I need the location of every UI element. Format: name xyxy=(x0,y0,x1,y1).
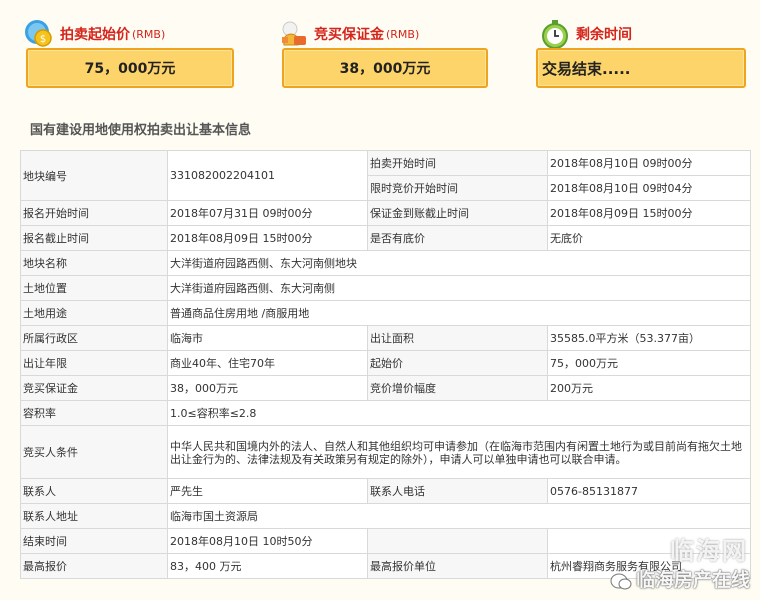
table-row: 容积率 1.0≤容积率≤2.8 xyxy=(20,400,751,426)
row-value: 商业40年、住宅70年 xyxy=(167,350,368,376)
row-label: 报名开始时间 xyxy=(20,200,168,226)
row-label: 竞买人条件 xyxy=(20,425,168,479)
table-row: 竞买保证金 38，000万元 竞价增价幅度 200万元 xyxy=(20,375,751,401)
row-value: 2018年08月09日 15时00分 xyxy=(167,225,368,251)
row-value: 中华人民共和国境内外的法人、自然人和其他组织均可申请参加（在临海市范围内有闲置土… xyxy=(167,425,751,479)
row-value: 大洋街道府园路西侧、东大河南侧地块 xyxy=(167,250,751,276)
row-value: 75，000万元 xyxy=(547,350,751,376)
row-label xyxy=(367,528,548,554)
row-label: 起始价 xyxy=(367,350,548,376)
table-row: 地块名称 大洋街道府园路西侧、东大河南侧地块 xyxy=(20,250,751,276)
table-row: 报名开始时间 2018年07月31日 09时00分 保证金到账截止时间 2018… xyxy=(20,200,751,226)
remaining-value: 交易结束..... xyxy=(536,48,746,88)
row-value xyxy=(547,528,751,554)
row-label: 所属行政区 xyxy=(20,325,168,351)
section-title: 国有建设用地使用权拍卖出让基本信息 xyxy=(30,123,252,138)
deposit-header: 竞买保证金 (RMB) xyxy=(278,16,419,52)
deposit-value: 38，000万元 xyxy=(282,48,488,88)
row-value: 2018年08月10日 09时04分 xyxy=(547,175,751,201)
table-row: 土地位置 大洋街道府园路西侧、东大河南侧 xyxy=(20,275,751,301)
table-row: 出让年限 商业40年、住宅70年 起始价 75，000万元 xyxy=(20,350,751,376)
table-row: 报名截止时间 2018年08月09日 15时00分 是否有底价 无底价 xyxy=(20,225,751,251)
row-value: 200万元 xyxy=(547,375,751,401)
row-value: 0576-85131877 xyxy=(547,478,751,504)
row-label: 联系人电话 xyxy=(367,478,548,504)
row-value: 1.0≤容积率≤2.8 xyxy=(167,400,751,426)
row-label: 联系人地址 xyxy=(20,503,168,529)
row-label: 最高报价单位 xyxy=(367,553,548,579)
table-row: 最高报价 83，400 万元 最高报价单位 杭州睿翔商务服务有限公司 xyxy=(20,553,751,579)
row-label: 地块名称 xyxy=(20,250,168,276)
table-row: 土地用途 普通商品住房用地 /商服用地 xyxy=(20,300,751,326)
row-label: 出让年限 xyxy=(20,350,168,376)
row-value: 35585.0平方米（53.377亩） xyxy=(547,325,751,351)
remaining-header: 剩余时间 xyxy=(540,16,632,52)
start-price-header: $ 拍卖起始价 (RMB) xyxy=(24,16,165,52)
table-row: 联系人地址 临海市国土资源局 xyxy=(20,503,751,529)
deposit-label: 竞买保证金 xyxy=(314,27,384,43)
remaining-label: 剩余时间 xyxy=(576,27,632,43)
row-value: 杭州睿翔商务服务有限公司 xyxy=(547,553,751,579)
row-value: 临海市 xyxy=(167,325,368,351)
row-value: 严先生 xyxy=(167,478,368,504)
row-value: 38，000万元 xyxy=(167,375,368,401)
row-value: 2018年08月10日 10时50分 xyxy=(167,528,368,554)
start-price-value: 75，000万元 xyxy=(26,48,234,88)
row-label: 是否有底价 xyxy=(367,225,548,251)
table-row: 地块编号 331082002204101 拍卖开始时间 2018年08月10日 … xyxy=(20,150,751,201)
row-value: 83，400 万元 xyxy=(167,553,368,579)
row-value: 临海市国土资源局 xyxy=(167,503,751,529)
table-row: 所属行政区 临海市 出让面积 35585.0平方米（53.377亩） xyxy=(20,325,751,351)
alarm-clock-icon xyxy=(542,20,568,49)
row-value: 无底价 xyxy=(547,225,751,251)
row-value: 2018年08月10日 09时00分 xyxy=(547,150,751,176)
row-label: 拍卖开始时间 xyxy=(367,150,548,176)
row-label: 竞价增价幅度 xyxy=(367,375,548,401)
start-price-unit: (RMB) xyxy=(132,27,166,41)
row-value: 331082002204101 xyxy=(167,150,368,201)
table-row: 结束时间 2018年08月10日 10时50分 xyxy=(20,528,751,554)
row-value: 普通商品住房用地 /商服用地 xyxy=(167,300,751,326)
row-label: 报名截止时间 xyxy=(20,225,168,251)
row-label: 限时竞价开始时间 xyxy=(367,175,548,201)
row-value: 2018年08月09日 15时00分 xyxy=(547,200,751,226)
table-row: 联系人 严先生 联系人电话 0576-85131877 xyxy=(20,478,751,504)
row-label: 联系人 xyxy=(20,478,168,504)
svg-text:$: $ xyxy=(40,34,46,45)
row-label: 保证金到账截止时间 xyxy=(367,200,548,226)
row-label: 竞买保证金 xyxy=(20,375,168,401)
row-label: 土地用途 xyxy=(20,300,168,326)
coins-icon: $ xyxy=(25,20,52,47)
row-label: 出让面积 xyxy=(367,325,548,351)
start-price-label: 拍卖起始价 xyxy=(60,27,130,43)
land-info-table: 地块编号 331082002204101 拍卖开始时间 2018年08月10日 … xyxy=(20,150,751,579)
row-label: 最高报价 xyxy=(20,553,168,579)
table-row: 竞买人条件 中华人民共和国境内外的法人、自然人和其他组织均可申请参加（在临海市范… xyxy=(20,425,751,479)
deposit-unit: (RMB) xyxy=(386,27,420,41)
row-label: 地块编号 xyxy=(20,150,168,201)
row-label: 容积率 xyxy=(20,400,168,426)
moneybag-icon xyxy=(282,21,306,46)
auction-summary: $ 拍卖起始价 (RMB) 75，000万元 竞买保证金 (RMB) 38，00… xyxy=(0,0,760,112)
row-label: 结束时间 xyxy=(20,528,168,554)
row-value: 大洋街道府园路西侧、东大河南侧 xyxy=(167,275,751,301)
row-value: 2018年07月31日 09时00分 xyxy=(167,200,368,226)
row-label: 土地位置 xyxy=(20,275,168,301)
